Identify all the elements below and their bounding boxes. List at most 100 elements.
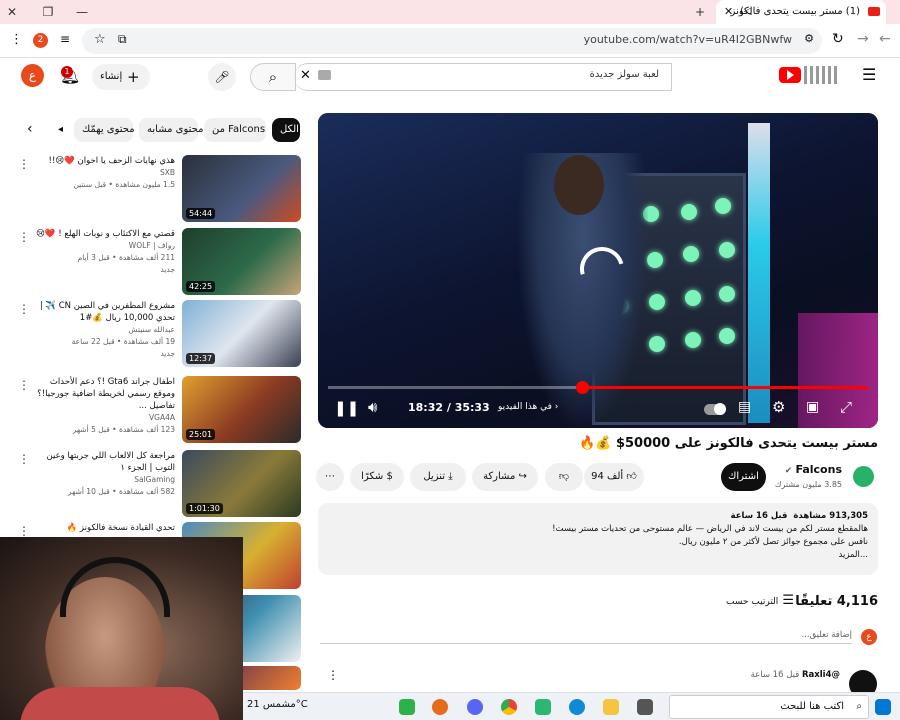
url-bar[interactable]: ☆ ⧉ youtube.com/watch?v=uR4I2GBNwfw ⚙ bbox=[82, 28, 822, 54]
list-item[interactable]: 25:01 اطفال جراند Gta6 !؟ دعم الأحداث وم… bbox=[0, 376, 305, 444]
list-item[interactable]: 12:37 مشروع المطفرين في الصين CN ✈️ | تح… bbox=[0, 300, 305, 368]
video-thumbnail[interactable]: 25:01 bbox=[182, 376, 301, 443]
chip-from-falcons[interactable]: من Falcons bbox=[204, 118, 266, 142]
fullscreen-icon[interactable]: ⤢ bbox=[840, 398, 852, 416]
scrubber-handle[interactable] bbox=[575, 381, 589, 394]
avatar[interactable]: ع bbox=[21, 64, 44, 87]
chip-relevant[interactable]: محتوى يهمّك bbox=[74, 118, 135, 142]
rec-channel[interactable]: عبدالله سنيتش bbox=[30, 324, 175, 336]
more-actions-icon[interactable]: ⋮ bbox=[18, 452, 30, 466]
firefox-icon[interactable] bbox=[432, 699, 448, 715]
list-item[interactable]: 54:44 هذي نهايات الزحف يا اخوان ❤️😢!! SXB… bbox=[0, 155, 305, 223]
add-comment-input[interactable]: إضافة تعليق... bbox=[320, 630, 852, 644]
rec-title[interactable]: تحدي القيادة نسخة فالكونز 🔥 bbox=[30, 522, 175, 534]
video-thumbnail[interactable]: 1:01:30 bbox=[182, 450, 301, 517]
menu-dots-icon[interactable]: ⋮ bbox=[10, 32, 23, 47]
reload-icon[interactable]: ↻ bbox=[832, 31, 844, 47]
task-view-icon[interactable] bbox=[637, 699, 653, 715]
close-window-icon[interactable]: ✕ bbox=[2, 3, 22, 21]
new-tab-icon[interactable]: + bbox=[690, 3, 710, 21]
miniplayer-icon[interactable]: ▣ bbox=[806, 399, 819, 415]
more-actions-icon[interactable]: ⋮ bbox=[18, 524, 30, 538]
like-button[interactable]: 94 ألف 👍︎ bbox=[584, 463, 644, 491]
windows-start-icon[interactable] bbox=[875, 699, 891, 715]
rec-channel[interactable]: SXB bbox=[30, 167, 175, 179]
playlist-icon[interactable]: ≡ bbox=[60, 32, 70, 46]
youtube-logo-icon[interactable] bbox=[779, 67, 801, 83]
rec-title[interactable]: اطفال جراند Gta6 !؟ دعم الأحداث وموقع رس… bbox=[30, 376, 175, 412]
channel-name[interactable]: ✔ Falcons bbox=[770, 463, 842, 476]
more-actions-icon[interactable]: ⋮ bbox=[18, 230, 30, 244]
keyboard-icon[interactable] bbox=[318, 70, 331, 80]
show-more-link[interactable]: ...المزيد bbox=[328, 549, 869, 562]
sort-button[interactable]: ☰ الترتيب حسب bbox=[726, 593, 794, 608]
captions-icon[interactable]: ▤ bbox=[738, 399, 751, 415]
close-tab-icon[interactable]: ✕ bbox=[724, 0, 733, 24]
settings-icon[interactable]: ⚙ bbox=[772, 398, 785, 416]
profile-badge[interactable]: 2 bbox=[33, 33, 48, 48]
voice-search-button[interactable]: 🎤︎ bbox=[208, 63, 236, 91]
new-badge: جديد bbox=[160, 265, 175, 274]
rec-title[interactable]: مشروع المطفرين في الصين CN ✈️ | تحدي 10,… bbox=[30, 300, 175, 324]
app-icon[interactable] bbox=[399, 699, 415, 715]
video-thumbnail[interactable]: 42:25 bbox=[182, 228, 301, 295]
speaker-icon[interactable]: ◁) bbox=[740, 0, 752, 24]
file-explorer-icon[interactable] bbox=[603, 699, 619, 715]
dislike-button[interactable]: 👎︎ bbox=[545, 463, 583, 491]
screenshot-icon[interactable]: ⧉ bbox=[118, 32, 127, 47]
chip-all[interactable]: الكل bbox=[272, 118, 300, 142]
rec-title[interactable]: مراجعة كل الالعاب اللي جربتها وعين التوب… bbox=[30, 450, 175, 474]
comment-author[interactable]: @Raxli4 bbox=[802, 670, 840, 680]
download-button[interactable]: تنزيل ⤓ bbox=[410, 463, 466, 491]
more-actions-icon[interactable]: ⋮ bbox=[18, 302, 30, 316]
channel-avatar[interactable] bbox=[853, 466, 874, 487]
subscribe-button[interactable]: اشتراك bbox=[721, 463, 766, 491]
video-player[interactable]: ❚❚ 🔊︎ 18:32 / 35:33 في هذا الفيديو › ▤ ⚙… bbox=[318, 113, 878, 428]
chips-scroll-left-icon[interactable]: ‹ bbox=[27, 121, 33, 137]
create-button[interactable]: + إنشاء bbox=[92, 64, 150, 90]
progress-bar[interactable] bbox=[328, 386, 868, 389]
rec-channel[interactable]: SalGaming bbox=[30, 474, 175, 486]
doodle-logo[interactable] bbox=[804, 66, 838, 84]
edge-icon[interactable] bbox=[569, 699, 585, 715]
back-icon[interactable]: ← bbox=[879, 31, 891, 47]
clear-search-icon[interactable]: ✕ bbox=[300, 68, 311, 83]
weather-text[interactable]: مشمس 21°C bbox=[247, 699, 308, 710]
search-input[interactable]: ✕ لعبة سولز جديدة bbox=[294, 63, 672, 91]
share-button[interactable]: مشاركة ↪ bbox=[472, 463, 538, 491]
bookmark-star-icon[interactable]: ☆ bbox=[94, 32, 106, 47]
hamburger-menu-icon[interactable]: ☰ bbox=[862, 65, 876, 84]
share-label: مشاركة bbox=[483, 471, 516, 482]
more-actions-icon[interactable]: ⋮ bbox=[18, 157, 30, 171]
discord-icon[interactable] bbox=[467, 699, 483, 715]
more-actions-icon[interactable]: ⋮ bbox=[18, 378, 30, 392]
rec-channel[interactable]: رواف | WOLF bbox=[30, 240, 175, 252]
store-icon[interactable] bbox=[535, 699, 551, 715]
video-thumbnail[interactable]: 54:44 bbox=[182, 155, 301, 222]
chip-similar[interactable]: محتوى مشابه bbox=[139, 118, 203, 142]
list-item[interactable]: 1:01:30 مراجعة كل الالعاب اللي جربتها وع… bbox=[0, 450, 305, 518]
rec-channel[interactable]: VGA4A bbox=[30, 412, 175, 424]
more-actions-button[interactable]: ⋯ bbox=[316, 463, 344, 491]
restore-window-icon[interactable]: ❐ bbox=[38, 3, 58, 21]
chips-scroll-right-icon[interactable]: ◂ bbox=[58, 124, 63, 135]
site-settings-icon[interactable]: ⚙ bbox=[804, 32, 814, 45]
search-button[interactable]: ⌕ bbox=[250, 63, 296, 91]
chapter-button[interactable]: في هذا الفيديو › bbox=[498, 402, 558, 412]
description-box[interactable]: 913,305 مشاهدة قبل 16 ساعة هالمقطع مستر … bbox=[318, 503, 878, 575]
forward-icon[interactable]: → bbox=[857, 31, 869, 47]
pause-icon[interactable]: ❚❚ bbox=[334, 399, 359, 417]
thanks-button[interactable]: شكرًا $ bbox=[350, 463, 404, 491]
chrome-icon[interactable] bbox=[501, 699, 517, 715]
list-item[interactable]: 42:25 قصتي مع الاكتئاب و نوبات الهلع ! ❤… bbox=[0, 228, 305, 296]
rec-title[interactable]: قصتي مع الاكتئاب و نوبات الهلع ! ❤️😢 bbox=[30, 228, 175, 240]
autoplay-toggle[interactable] bbox=[704, 403, 726, 415]
browser-tab[interactable]: (1) مستر بيست يتحدى فالكونز ◁) ✕ bbox=[716, 0, 886, 24]
video-thumbnail[interactable]: 12:37 bbox=[182, 300, 301, 367]
rec-title[interactable]: هذي نهايات الزحف يا اخوان ❤️😢!! bbox=[30, 155, 175, 167]
taskbar-search-input[interactable]: اكتب هنا للبحث ⌕ bbox=[669, 695, 869, 719]
minimize-window-icon[interactable]: — bbox=[72, 3, 92, 21]
volume-icon[interactable]: 🔊︎ bbox=[368, 398, 377, 416]
super-thanks-icon: $ bbox=[386, 471, 393, 482]
comment-menu-icon[interactable]: ⋮ bbox=[327, 668, 339, 682]
